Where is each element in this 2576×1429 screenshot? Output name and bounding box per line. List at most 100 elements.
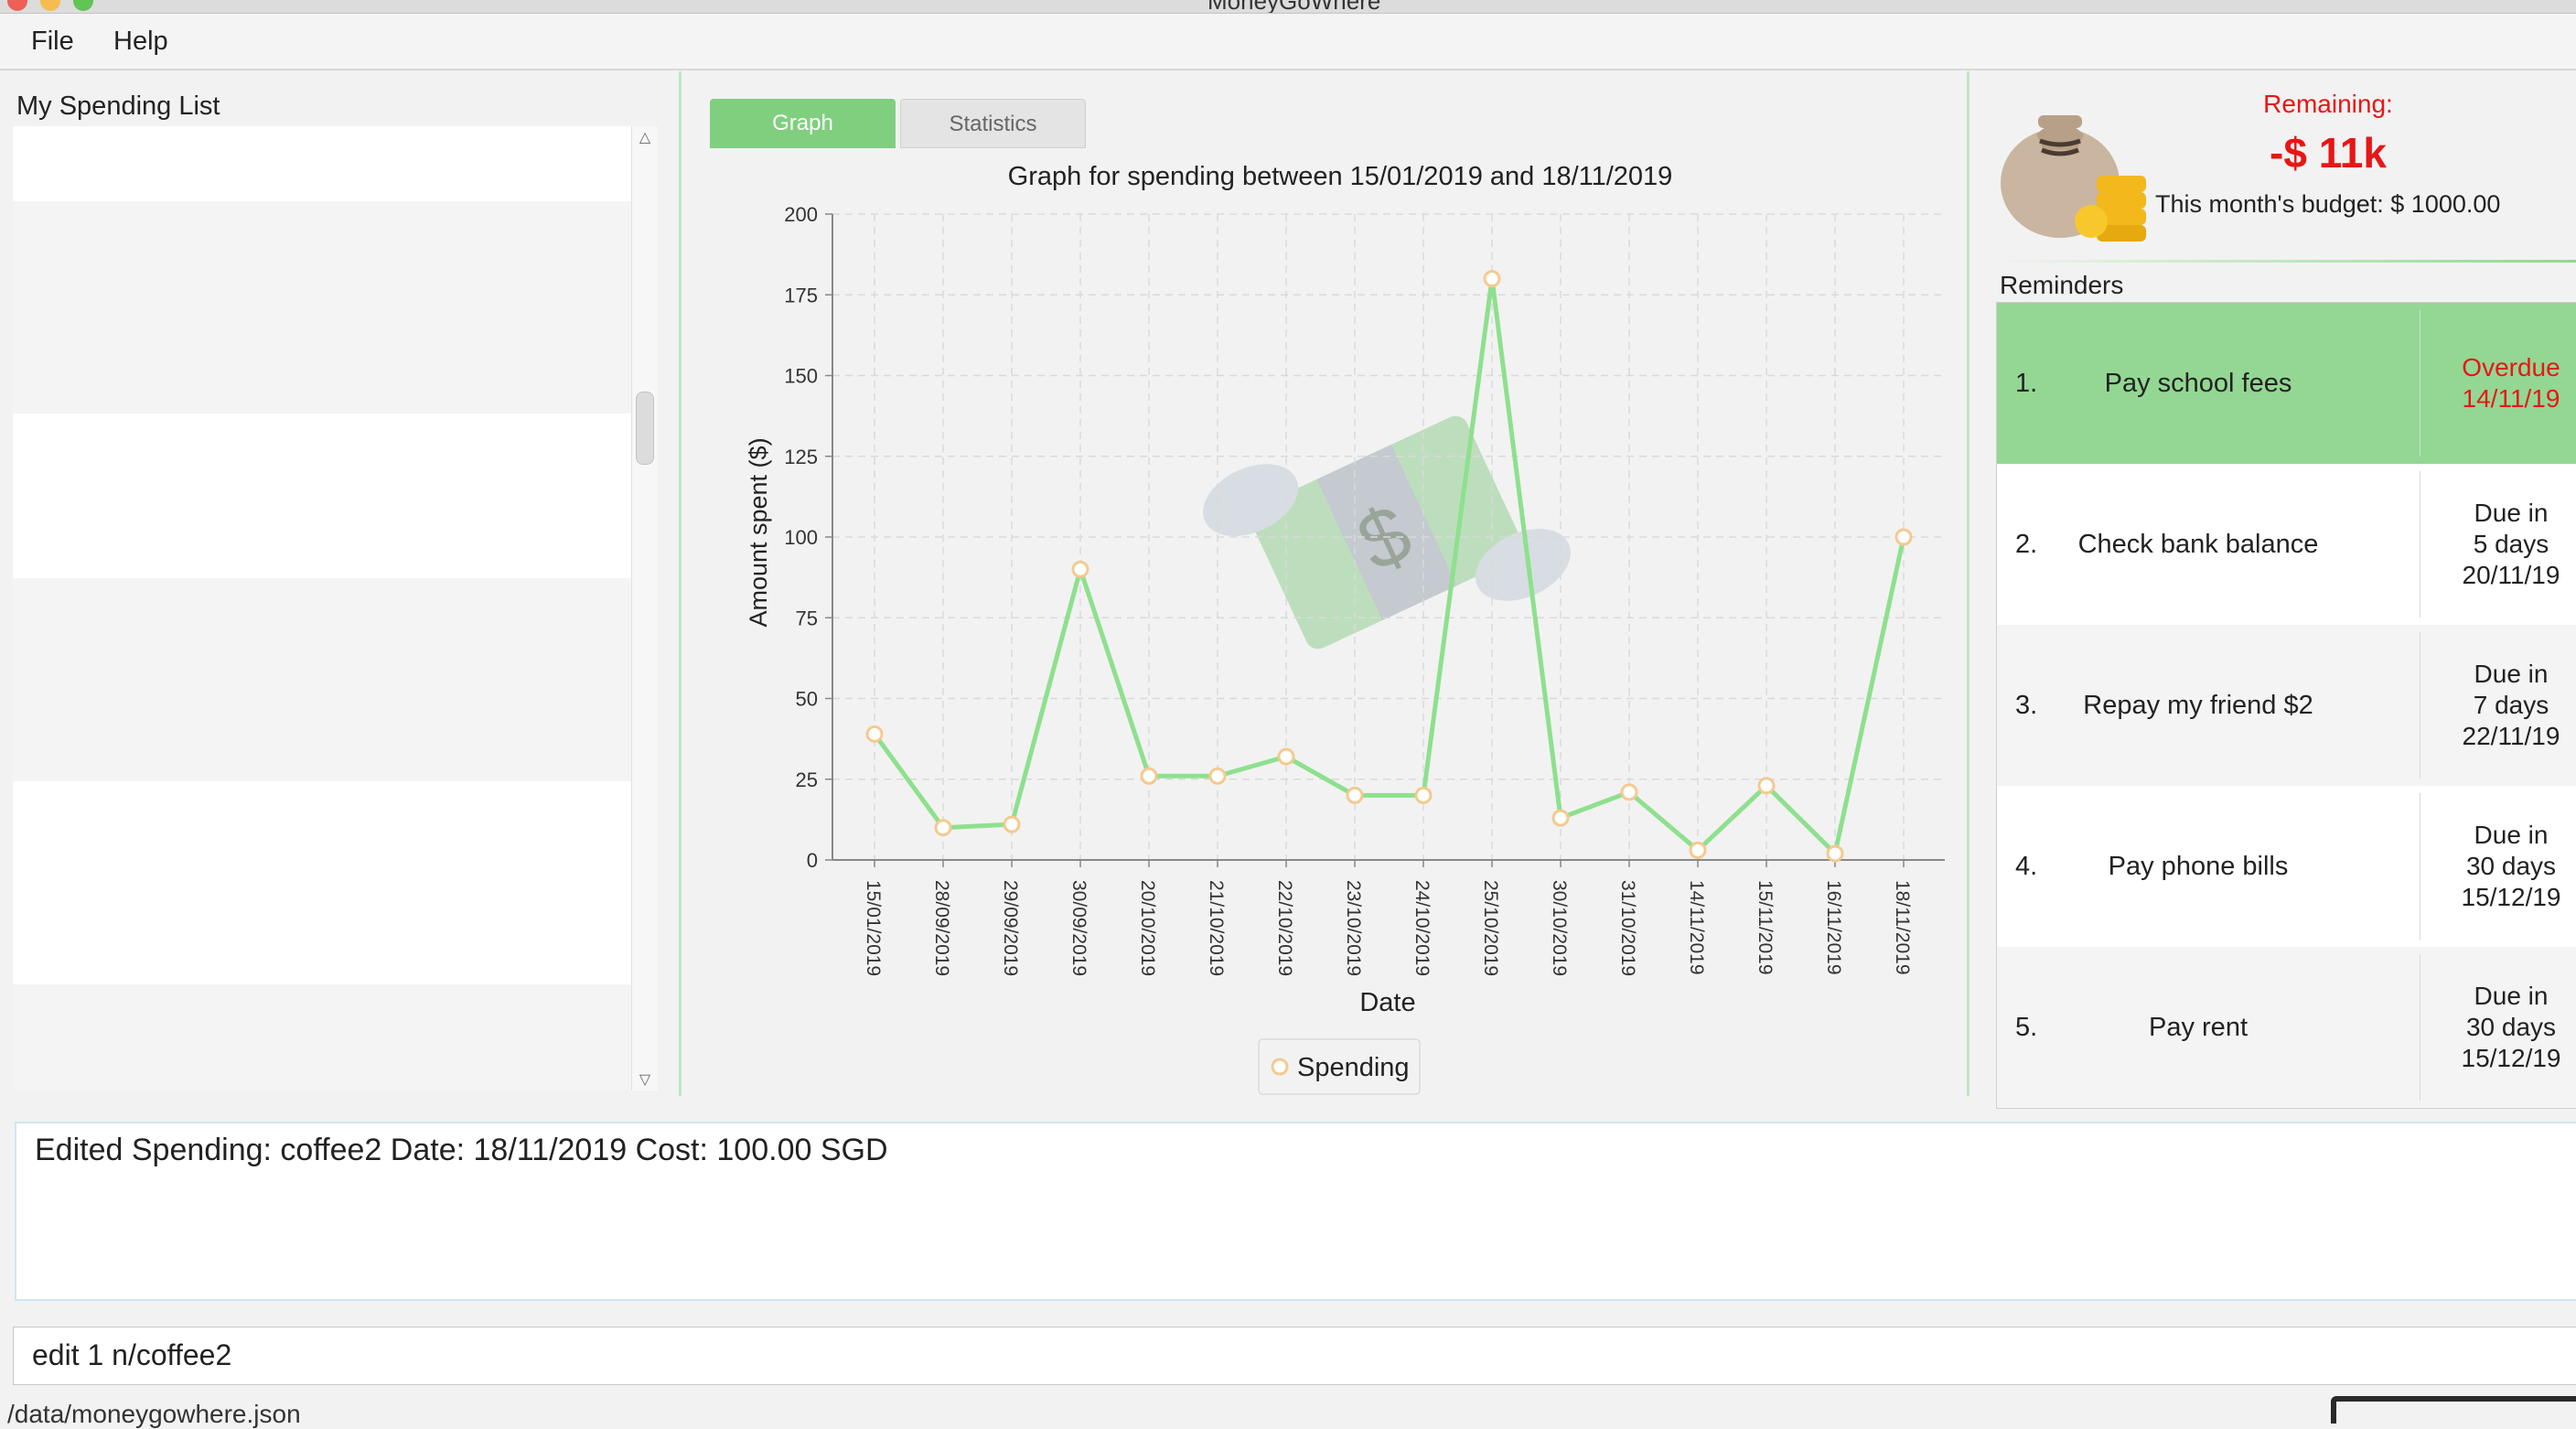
x-tick-label: 30/10/2019 (1549, 880, 1570, 976)
y-tick-label: 25 (796, 768, 818, 791)
command-input[interactable]: edit 1 n/coffee2 (13, 1327, 2576, 1385)
x-tick-label: 14/11/2019 (1686, 880, 1707, 975)
x-tick-label: 24/10/2019 (1411, 880, 1433, 976)
y-tick-label: 75 (796, 607, 818, 629)
data-point[interactable] (1277, 747, 1295, 766)
data-point[interactable] (1003, 815, 1021, 833)
x-tick-label: 16/11/2019 (1823, 880, 1844, 975)
legend-label: Spending (1297, 1053, 1410, 1082)
reminder-due: Due in 7 days 22/11/19 (2420, 625, 2576, 786)
chart-legend: Spending (1258, 1038, 1421, 1095)
reminder-due-days: 30 days (2465, 1013, 2557, 1041)
x-tick-label: 28/09/2019 (931, 880, 952, 976)
data-point[interactable] (1483, 270, 1501, 288)
x-tick-label: 15/11/2019 (1755, 880, 1776, 975)
data-point[interactable] (1689, 841, 1707, 859)
menu-bar: File Help (0, 14, 2576, 70)
data-point[interactable] (1208, 767, 1227, 785)
reminder-number: 1. (2015, 369, 2038, 398)
reminder-due-status: Due in (2474, 660, 2549, 688)
reminder-due-date: 15/12/19 (2461, 1044, 2561, 1072)
tab-graph[interactable]: Graph (710, 99, 896, 148)
screenshot-thumbnail[interactable] (2331, 1396, 2576, 1424)
x-tick-label: 18/11/2019 (1892, 880, 1913, 975)
reminder-due: Due in 30 days 15/12/19 (2420, 947, 2576, 1108)
data-point[interactable] (1894, 528, 1913, 546)
x-tick-label: 22/10/2019 (1274, 880, 1295, 976)
tab-statistics[interactable]: Statistics (900, 99, 1086, 148)
y-tick-label: 50 (796, 688, 818, 711)
list-item[interactable] (13, 578, 631, 781)
reminder-number: 5. (2015, 1013, 2038, 1042)
data-point[interactable] (1826, 844, 1844, 863)
reminder-number: 2. (2015, 530, 2038, 559)
x-tick-label: 21/10/2019 (1206, 880, 1227, 976)
reminder-due-days: 7 days (2473, 691, 2549, 719)
spending-list-title: My Spending List (16, 91, 220, 121)
reminder-due-days: 30 days (2465, 852, 2557, 880)
minimize-window-button[interactable] (40, 0, 60, 11)
close-window-button[interactable] (7, 0, 27, 11)
y-tick-label: 150 (784, 365, 818, 388)
y-tick-label: 175 (784, 284, 818, 306)
x-axis-ticks: 15/01/2019 28/09/2019 29/09/2019 30/09/2019… (863, 860, 1913, 976)
reminder-row[interactable]: 5. Pay rent Due in 30 days 15/12/19 (1997, 947, 2576, 1108)
data-point[interactable] (1140, 767, 1158, 785)
result-display[interactable]: Edited Spending: coffee2 Date: 18/11/201… (15, 1122, 2576, 1301)
data-point[interactable] (865, 725, 884, 743)
command-input-value: edit 1 n/coffee2 (32, 1338, 232, 1371)
list-item[interactable] (13, 414, 631, 578)
reminder-row[interactable]: 2. Check bank balance Due in 5 days 20/1… (1997, 464, 2576, 625)
data-point[interactable] (1620, 783, 1638, 801)
reminder-description: Check bank balance (2077, 530, 2319, 559)
window-title-bar: MoneyGoWhere (0, 0, 2576, 14)
reminder-due: Due in 30 days 15/12/19 (2420, 786, 2576, 947)
spending-list-scrollbar[interactable]: △ ▽ (631, 126, 658, 1091)
reminder-row[interactable]: 1. Pay school fees Overdue 14/11/19 (1997, 303, 2576, 464)
y-tick-label: 200 (784, 203, 818, 226)
reminders-list[interactable]: 1. Pay school fees Overdue 14/11/19 2. C… (1996, 302, 2576, 1109)
y-tick-label: 0 (807, 849, 818, 872)
money-bag-icon (2001, 115, 2146, 242)
scroll-up-arrow-icon[interactable]: △ (632, 128, 658, 146)
reminder-due-status: Overdue (2462, 353, 2560, 381)
spending-line-chart: $ Graph for spending between 15/01/2019 … (745, 162, 1945, 1095)
spending-list[interactable] (13, 126, 631, 1091)
data-point[interactable] (1071, 560, 1089, 578)
x-tick-label: 15/01/2019 (863, 880, 884, 976)
reminder-row[interactable]: 3. Repay my friend $2 Due in 7 days 22/1… (1997, 625, 2576, 786)
reminder-row[interactable]: 4. Pay phone bills Due in 30 days 15/12/… (1997, 786, 2576, 947)
maximize-window-button[interactable] (73, 0, 93, 11)
x-tick-label: 23/10/2019 (1343, 880, 1364, 976)
data-point[interactable] (1414, 786, 1433, 804)
list-item[interactable] (13, 781, 631, 984)
reminder-description: Pay phone bills (2108, 852, 2289, 881)
panel-divider (679, 71, 682, 1096)
data-point[interactable] (1346, 786, 1364, 804)
monthly-budget: This month's budget: $ 1000.00 (2155, 190, 2501, 218)
reminder-due-status: Due in (2474, 499, 2549, 527)
budget-divider (1994, 260, 2576, 263)
status-file-path: /data/moneygowhere.json (7, 1400, 301, 1428)
data-point[interactable] (1551, 809, 1570, 827)
data-point[interactable] (1757, 777, 1776, 795)
reminder-due-date: 22/11/19 (2462, 722, 2560, 750)
legend-marker-icon (1271, 1058, 1289, 1076)
x-tick-label: 30/09/2019 (1068, 880, 1089, 976)
data-point[interactable] (934, 819, 952, 837)
list-item[interactable] (13, 984, 631, 1091)
reminders-title: Reminders (2000, 271, 2124, 299)
reminder-description: Repay my friend $2 (2083, 691, 2313, 720)
chart-grid (832, 213, 1945, 860)
chart-title: Graph for spending between 15/01/2019 an… (1008, 162, 1673, 191)
menu-file[interactable]: File (31, 27, 74, 57)
scroll-down-arrow-icon[interactable]: ▽ (632, 1070, 658, 1089)
remaining-amount: -$ 11k (2270, 129, 2387, 177)
remaining-label: Remaining: (2263, 90, 2393, 118)
result-message: Edited Spending: coffee2 Date: 18/11/201… (35, 1133, 888, 1167)
list-item[interactable] (13, 201, 631, 414)
scroll-thumb[interactable] (636, 392, 654, 465)
menu-help[interactable]: Help (113, 27, 168, 57)
x-tick-label: 20/10/2019 (1137, 880, 1158, 976)
list-item[interactable] (13, 126, 631, 201)
